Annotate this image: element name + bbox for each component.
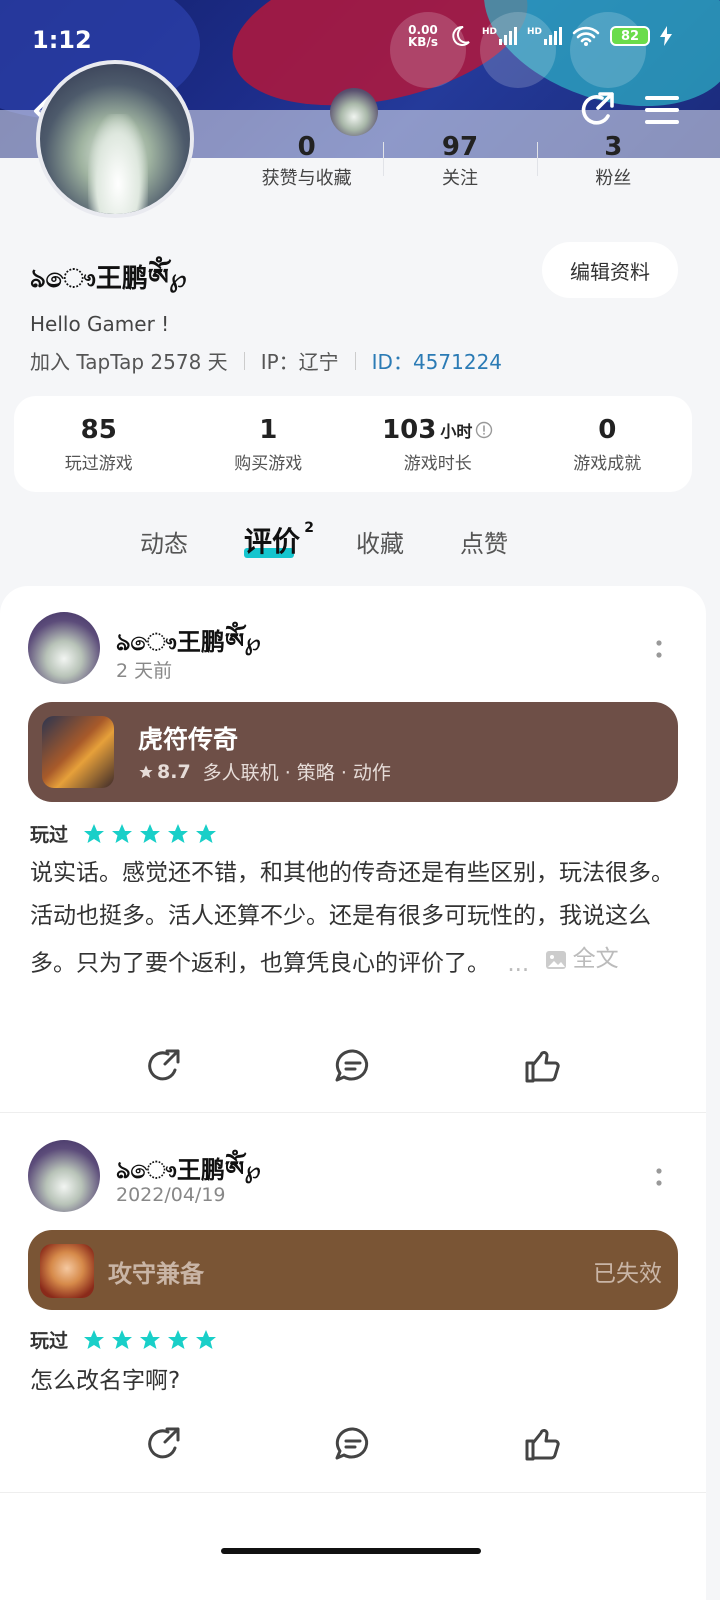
- comment-icon[interactable]: [333, 1424, 373, 1464]
- star-icon: [84, 1329, 105, 1349]
- edit-profile-button[interactable]: 编辑资料: [542, 242, 678, 298]
- battery-indicator: 82: [610, 26, 650, 46]
- info-icon[interactable]: [475, 421, 493, 439]
- tab-collections[interactable]: 收藏: [356, 524, 404, 564]
- game-card[interactable]: 攻守兼备 已失效: [28, 1230, 678, 1310]
- star-icon: [112, 823, 133, 843]
- post-time: 2 天前: [116, 660, 173, 682]
- user-id[interactable]: ID：4571224: [372, 346, 502, 375]
- status-time: 1:12: [32, 26, 92, 54]
- status-bar: 1:12 0.00 KB/s HD HD 82: [0, 18, 720, 62]
- profile-avatar[interactable]: [36, 60, 194, 218]
- game-icon: [40, 1244, 94, 1298]
- join-days: 加入 TapTap 2578 天: [30, 350, 228, 374]
- image-icon: [545, 950, 566, 969]
- following-stat[interactable]: 97 关注: [383, 132, 536, 192]
- full-text-link[interactable]: 全文: [545, 938, 619, 981]
- post-divider: [0, 1112, 706, 1113]
- game-title: 攻守兼备: [108, 1260, 204, 1288]
- post-avatar[interactable]: [28, 612, 100, 684]
- star-icon: [84, 823, 105, 843]
- menu-icon[interactable]: [644, 94, 680, 126]
- star-icon: [140, 1329, 161, 1349]
- played-games-stat[interactable]: 85 玩过游戏: [14, 415, 184, 474]
- like-icon[interactable]: [522, 1046, 562, 1086]
- ip-location: IP：辽宁: [260, 350, 339, 374]
- game-tags: 多人联机 · 策略 · 动作: [202, 762, 391, 784]
- followers-stat[interactable]: 3 粉丝: [536, 132, 690, 192]
- bio-text: Hello Gamer !: [30, 312, 170, 336]
- review-feed: ঌෞ王鹏ༀ℘ 2 天前 虎符传奇 8.7 多人联机 · 策略 · 动作 玩过 说…: [0, 586, 706, 1600]
- divider: [354, 351, 356, 370]
- played-rating: 玩过: [30, 820, 218, 847]
- more-options-icon[interactable]: [652, 1166, 666, 1190]
- tab-count-badge: 2: [304, 520, 315, 536]
- likes-collects-stat[interactable]: 0 获赞与收藏: [230, 132, 383, 192]
- divider: [243, 351, 245, 370]
- purchased-games-stat[interactable]: 1 购买游戏: [184, 415, 354, 474]
- game-stats-card: 85 玩过游戏 1 购买游戏 103 小时 游戏时长 0 游戏成就: [14, 396, 692, 492]
- star-icon: [112, 1329, 133, 1349]
- post-actions: [0, 1046, 706, 1086]
- game-card[interactable]: 虎符传奇 8.7 多人联机 · 策略 · 动作: [28, 702, 678, 802]
- review-text[interactable]: 说实话。感觉还不错，和其他的传奇还是有些区别，玩法很多。活动也挺多。活人还算不少…: [30, 852, 680, 986]
- social-stats: 0 获赞与收藏 97 关注 3 粉丝: [230, 132, 690, 192]
- achievements-stat[interactable]: 0 游戏成就: [523, 415, 693, 474]
- play-time-stat[interactable]: 103 小时 游戏时长: [353, 415, 523, 474]
- more-options-icon[interactable]: [652, 638, 666, 662]
- game-meta: 8.7 多人联机 · 策略 · 动作: [138, 758, 391, 785]
- profile-meta: 加入 TapTap 2578 天 IP：辽宁 ID：4571224: [30, 346, 502, 375]
- like-icon[interactable]: [522, 1424, 562, 1464]
- post-time: 2022/04/19: [116, 1184, 226, 1206]
- star-rating: [82, 822, 218, 846]
- star-icon: [168, 823, 189, 843]
- tab-reviews[interactable]: 评价 2: [244, 520, 314, 560]
- post-avatar[interactable]: [28, 1140, 100, 1212]
- game-status: 已失效: [593, 1261, 662, 1287]
- signal-icon: HD: [527, 27, 562, 45]
- header-mini-avatar: [330, 88, 378, 136]
- share-icon[interactable]: [144, 1424, 184, 1464]
- star-icon: [168, 1329, 189, 1349]
- star-icon: [140, 823, 161, 843]
- tab-activity[interactable]: 动态: [140, 524, 188, 564]
- game-icon: [42, 716, 114, 788]
- tab-likes[interactable]: 点赞: [460, 524, 508, 564]
- wifi-icon: [572, 26, 600, 46]
- share-icon[interactable]: [578, 90, 618, 130]
- home-indicator[interactable]: [221, 1548, 481, 1554]
- star-icon: [139, 764, 153, 778]
- moon-icon: [452, 25, 470, 46]
- post-actions: [0, 1424, 706, 1464]
- review-text[interactable]: 怎么改名字啊?: [30, 1360, 680, 1403]
- signal-icon: HD: [482, 27, 517, 45]
- game-title: 虎符传奇: [138, 725, 239, 754]
- star-rating: [82, 1328, 218, 1352]
- profile-tabs: 动态 评价 2 收藏 点赞: [140, 520, 508, 564]
- net-speed: 0.00 KB/s: [407, 23, 438, 49]
- charging-icon: [660, 26, 672, 46]
- star-icon: [196, 823, 217, 843]
- star-icon: [196, 1329, 217, 1349]
- comment-icon[interactable]: [333, 1046, 373, 1086]
- game-rating: 8.7: [157, 760, 191, 783]
- post-divider: [0, 1492, 706, 1493]
- share-icon[interactable]: [144, 1046, 184, 1086]
- played-rating: 玩过: [30, 1326, 218, 1353]
